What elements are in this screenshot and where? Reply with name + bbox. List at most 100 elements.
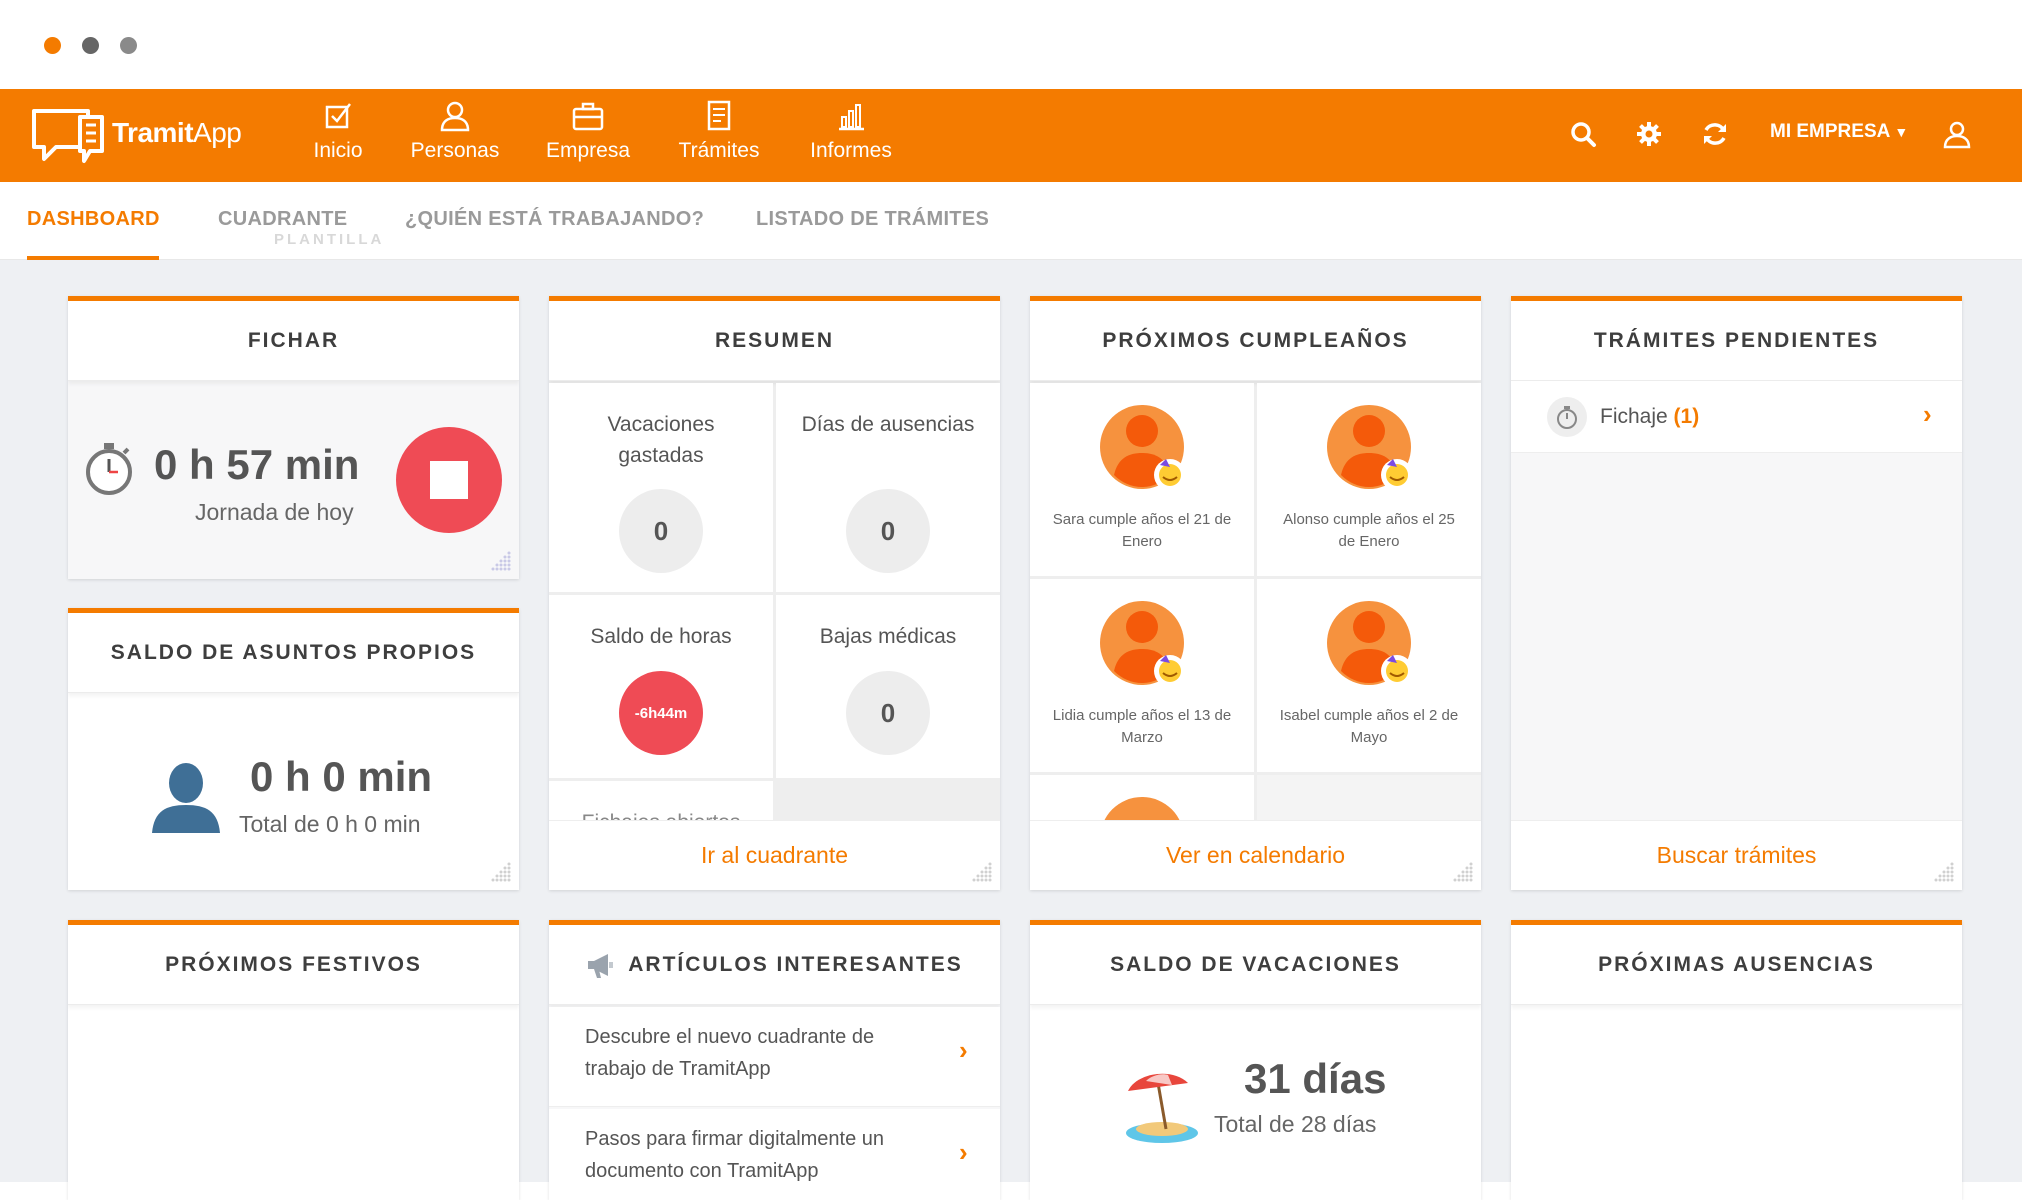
- nav-informes-label: Informes: [810, 139, 892, 162]
- nav-empresa[interactable]: Empresa: [540, 99, 636, 175]
- stopwatch-icon: [86, 443, 132, 495]
- briefcase-icon: [572, 102, 604, 131]
- article-title: Pasos para firmar digitalmente un docume…: [585, 1128, 885, 1182]
- brand-logo[interactable]: TramitApp: [30, 103, 242, 169]
- buscar-tramites-link[interactable]: Buscar trámites: [1511, 820, 1962, 890]
- birthday-text: Lidia cumple años el 13 de Marzo: [1052, 707, 1232, 746]
- checkbox-icon: [325, 103, 351, 129]
- resumen-label: Días de ausencias: [801, 413, 975, 436]
- resumen-dias-ausencias: Días de ausencias 0: [776, 383, 1000, 592]
- card-title: ARTÍCULOS INTERESANTES: [549, 925, 1000, 1005]
- resize-handle-icon[interactable]: [1449, 858, 1475, 884]
- vacaciones-subtitle: Total de 28 días: [1214, 1111, 1377, 1137]
- refresh-icon[interactable]: [1700, 119, 1730, 149]
- nav-informes[interactable]: Informes: [800, 99, 902, 175]
- avatar-birthday-icon: [1100, 405, 1186, 491]
- resumen-fichajes-abiertos: Fichajes abiertos: [549, 781, 773, 821]
- chevron-right-icon: ›: [1923, 399, 1932, 429]
- birthday-text: Alonso cumple años el 25 de Enero: [1283, 511, 1455, 550]
- resumen-value: 0: [619, 489, 703, 573]
- resumen-label: Vacaciones gastadas: [607, 413, 715, 467]
- tab-quien-esta-trabajando[interactable]: ¿QUIÉN ESTÁ TRABAJANDO?: [405, 208, 704, 231]
- tramite-fichaje-row[interactable]: Fichaje (1) ›: [1511, 381, 1962, 453]
- birthday-item: Sara cumple años el 21 de Enero: [1030, 383, 1254, 576]
- tramite-label: Fichaje (1): [1600, 405, 1699, 429]
- brand-name-regular: App: [193, 117, 242, 148]
- search-icon[interactable]: [1568, 119, 1598, 149]
- stop-icon: [430, 461, 468, 499]
- megaphone-icon: [588, 953, 614, 978]
- article-item[interactable]: Descubre el nuevo cuadrante de trabajo d…: [549, 1007, 1000, 1107]
- birthday-item: Lidia cumple años el 13 de Marzo: [1030, 579, 1254, 772]
- card-saldo-vacaciones: SALDO DE VACACIONES 31 días Total de 28 …: [1030, 920, 1481, 1200]
- tab-cuadrante[interactable]: CUADRANTE: [218, 208, 347, 231]
- resumen-saldo-horas: Saldo de horas -6h44m: [549, 595, 773, 778]
- person-silhouette-icon: [152, 763, 220, 833]
- tab-dashboard[interactable]: DASHBOARD: [27, 208, 160, 231]
- ir-al-cuadrante-link[interactable]: Ir al cuadrante: [549, 820, 1000, 890]
- card-title: PRÓXIMOS CUMPLEAÑOS: [1030, 301, 1481, 381]
- card-title: SALDO DE ASUNTOS PROPIOS: [68, 613, 519, 693]
- resize-handle-icon[interactable]: [487, 547, 513, 573]
- brand-name: TramitApp: [112, 117, 242, 149]
- nav-tramites[interactable]: Trámites: [668, 99, 770, 175]
- article-item[interactable]: Pasos para firmar digitalmente un docume…: [549, 1109, 1000, 1200]
- document-icon: [707, 100, 731, 131]
- card-title: PRÓXIMAS AUSENCIAS: [1511, 925, 1962, 1005]
- resumen-value: 0: [846, 489, 930, 573]
- speech-bubble-logo-icon: [32, 109, 104, 163]
- resize-handle-icon[interactable]: [1930, 858, 1956, 884]
- nav-empresa-label: Empresa: [545, 139, 631, 162]
- asuntos-time: 0 h 0 min: [250, 753, 433, 800]
- person-icon: [440, 101, 470, 132]
- stop-clock-button[interactable]: [396, 427, 502, 533]
- resize-handle-icon[interactable]: [487, 858, 513, 884]
- stopwatch-icon: [1547, 397, 1587, 437]
- resumen-label: Saldo de horas: [590, 625, 732, 648]
- nav-tramites-label: Trámites: [678, 139, 760, 162]
- birthday-item: Alonso cumple años el 25 de Enero: [1257, 383, 1481, 576]
- card-saldo-asuntos-propios: SALDO DE ASUNTOS PROPIOS 0 h 0 min Total…: [68, 608, 519, 890]
- resize-handle-icon[interactable]: [968, 858, 994, 884]
- resumen-vacaciones-gastadas: Vacaciones gastadas 0: [549, 383, 773, 592]
- user-icon[interactable]: [1942, 119, 1972, 149]
- resumen-label: Fichajes abiertos: [549, 807, 773, 821]
- birthday-item: Isabel cumple años el 2 de Mayo: [1257, 579, 1481, 772]
- tramite-count: (1): [1673, 405, 1700, 428]
- resumen-value: 0: [846, 671, 930, 755]
- card-tramites-pendientes: TRÁMITES PENDIENTES Fichaje (1) › Buscar…: [1511, 296, 1962, 890]
- card-fichar: FICHAR 0 h 57 min Jornada de hoy: [68, 296, 519, 579]
- tramite-name: Fichaje: [1600, 405, 1668, 428]
- birthday-item-partial: [1030, 775, 1254, 825]
- fichar-subtitle: Jornada de hoy: [195, 499, 354, 525]
- gear-icon[interactable]: [1634, 119, 1664, 149]
- window-minimize-button[interactable]: [82, 37, 99, 54]
- nav-personas[interactable]: Personas: [402, 99, 508, 175]
- card-proximos-festivos: PRÓXIMOS FESTIVOS: [68, 920, 519, 1200]
- card-proximos-cumpleanos: PRÓXIMOS CUMPLEAÑOS Sara cumple años el …: [1030, 296, 1481, 890]
- company-selector[interactable]: MI EMPRESA ▼: [1770, 121, 1908, 143]
- avatar-birthday-icon: [1327, 405, 1413, 491]
- vacaciones-days: 31 días: [1244, 1055, 1387, 1102]
- card-articulos-interesantes: ARTÍCULOS INTERESANTES Descubre el nuevo…: [549, 920, 1000, 1200]
- bar-chart-icon: [839, 104, 864, 131]
- resumen-value: -6h44m: [619, 671, 703, 755]
- top-navigation-bar: TramitApp Inicio Personas Empresa Trámit…: [0, 89, 2022, 182]
- window-close-button[interactable]: [44, 37, 61, 54]
- birthday-text: Sara cumple años el 21 de Enero: [1052, 511, 1232, 550]
- chevron-down-icon: ▼: [1894, 124, 1909, 140]
- nav-inicio[interactable]: Inicio: [300, 99, 376, 175]
- dashboard-tabs: DASHBOARD CUADRANTE ¿QUIÉN ESTÁ TRABAJAN…: [0, 182, 2022, 280]
- nav-inicio-label: Inicio: [313, 139, 363, 162]
- card-title: FICHAR: [68, 301, 519, 381]
- ver-en-calendario-link[interactable]: Ver en calendario: [1030, 820, 1481, 890]
- dropdown-ghost-text: PLANTILLA: [274, 231, 385, 248]
- chevron-right-icon: ›: [959, 1137, 968, 1167]
- window-maximize-button[interactable]: [120, 37, 137, 54]
- resumen-bajas-medicas: Bajas médicas 0: [776, 595, 1000, 778]
- resumen-label: Bajas médicas: [819, 625, 957, 648]
- window-chrome: [0, 0, 2022, 89]
- chevron-right-icon: ›: [959, 1035, 968, 1065]
- tab-listado-de-tramites[interactable]: LISTADO DE TRÁMITES: [756, 208, 989, 231]
- card-title-text: ARTÍCULOS INTERESANTES: [628, 952, 963, 976]
